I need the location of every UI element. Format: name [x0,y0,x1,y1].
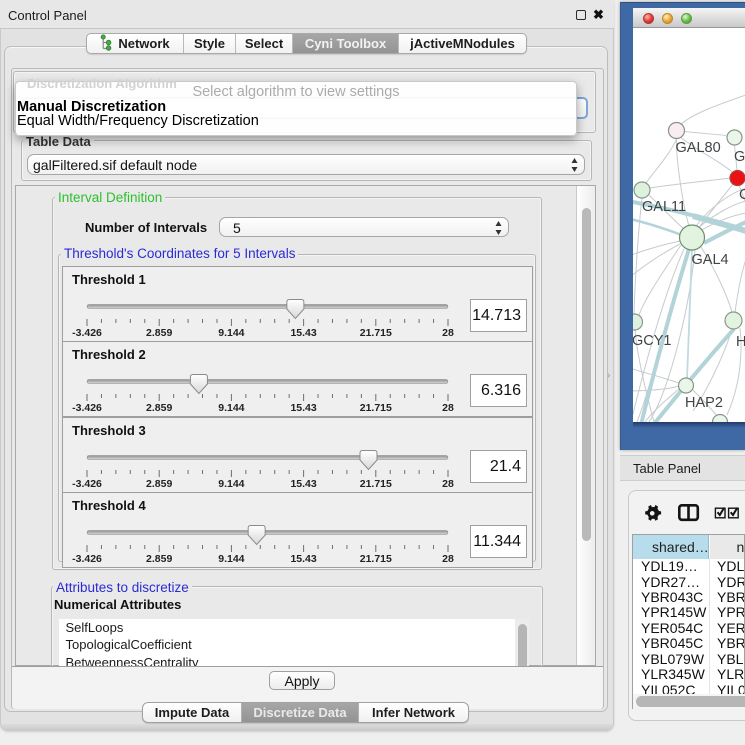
svg-text:9.144: 9.144 [218,327,244,339]
svg-text:28: 28 [442,327,454,339]
svg-text:15.43: 15.43 [290,327,316,339]
svg-text:28: 28 [442,553,454,565]
svg-text:28: 28 [442,402,454,414]
svg-text:9.144: 9.144 [218,402,244,414]
svg-text:21.715: 21.715 [360,327,392,339]
svg-text:9.144: 9.144 [218,553,244,565]
svg-text:GA: GA [734,149,745,165]
svg-text:15.43: 15.43 [290,553,316,565]
svg-text:2.859: 2.859 [146,553,172,565]
svg-text:21.715: 21.715 [360,478,392,490]
svg-text:HAP2: HAP2 [685,395,723,411]
svg-text:2.859: 2.859 [146,478,172,490]
svg-text:-3.426: -3.426 [72,553,102,565]
svg-text:GAL80: GAL80 [676,140,721,156]
svg-text:GAL11: GAL11 [642,199,686,215]
svg-text:9.144: 9.144 [218,478,244,490]
svg-text:15.43: 15.43 [290,478,316,490]
svg-text:-3.426: -3.426 [72,327,102,339]
svg-text:15.43: 15.43 [290,402,316,414]
svg-text:-3.426: -3.426 [72,478,102,490]
svg-text:2.859: 2.859 [146,327,172,339]
svg-text:21.715: 21.715 [360,553,392,565]
svg-text:28: 28 [442,478,454,490]
svg-text:2.859: 2.859 [146,402,172,414]
svg-text:GCY1: GCY1 [633,333,672,349]
svg-text:GAL4: GAL4 [692,252,729,268]
svg-text:-3.426: -3.426 [72,402,102,414]
svg-text:21.715: 21.715 [360,402,392,414]
svg-text:HA: HA [736,334,745,350]
svg-text:C: C [739,187,745,203]
